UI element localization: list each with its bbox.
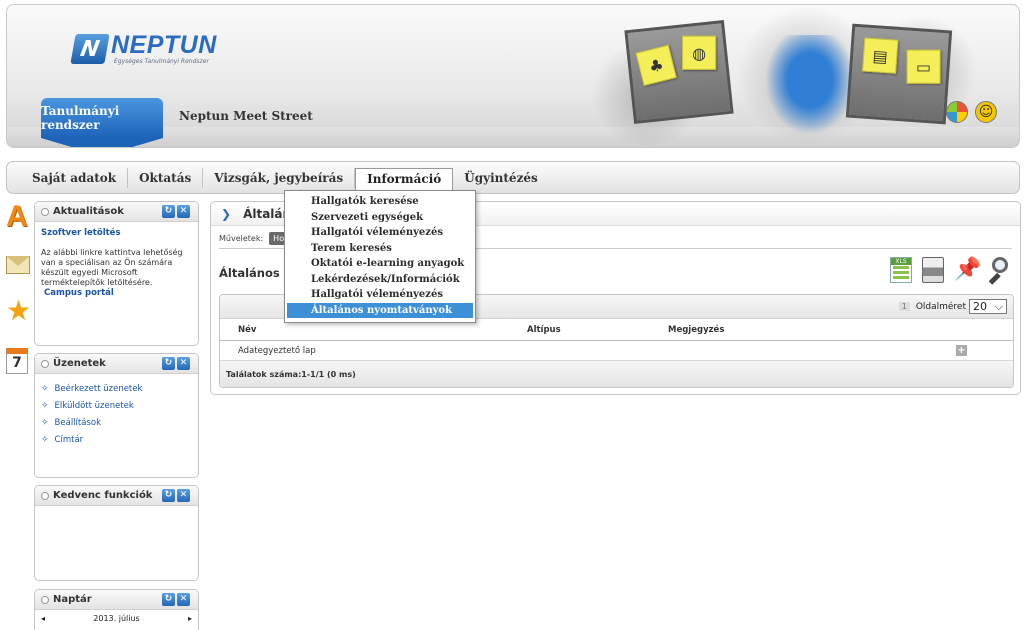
calendar-box-header: Naptár ↻ ✕ [35,590,198,610]
operations-row: Műveletek: Ho [219,232,289,245]
zoom-lens [992,257,1008,273]
diamond-icon: ✧ [41,401,49,411]
header-artwork: ♣ ◍ ▤ ▭ [587,5,977,147]
software-download-link[interactable]: Szoftver letöltés [41,228,192,238]
news-text: Az alábbi linkre kattintva lehetőség van… [41,248,183,287]
refresh-icon[interactable]: ↻ [162,489,175,502]
toolbar: XLS 📌 [890,257,1008,285]
refresh-icon[interactable]: ↻ [162,357,175,370]
main-menu: Saját adatok Oktatás Vizsgák, jegybeírás… [6,161,1020,194]
results-count: Találatok száma:1-1/1 (0 ms) [220,361,1013,387]
header-banner: N NEPTUN Egységes Tanulmányi Rendszer Ta… [6,4,1020,148]
print-icon[interactable] [922,257,944,283]
page-size-label: Oldalméret [915,301,966,312]
refresh-icon[interactable]: ↻ [162,593,175,606]
collapse-icon[interactable] [41,595,49,604]
mail-icon[interactable] [6,252,32,282]
dropdown-item[interactable]: Hallgatói véleményezés [287,287,473,303]
messages-box-header: Üzenetek ↻ ✕ [35,354,198,374]
collapse-icon[interactable] [41,359,49,368]
logo-name: NEPTUN [111,31,217,59]
art-board-right: ▤ ▭ [845,23,953,125]
close-icon[interactable]: ✕ [177,593,190,606]
dropdown-item-selected[interactable]: Általános nyomtatványok [287,302,473,318]
art-note-icon: ♣ [635,44,677,86]
calendar-box-title: Naptár [53,594,92,605]
art-figure [765,35,855,135]
page-number[interactable]: 1 [898,302,910,311]
menu-vizsgak[interactable]: Vizsgák, jegybeírás [203,167,356,188]
diamond-icon: ✧ [41,435,49,445]
messages-directory-link[interactable]: ✧ Címtár [41,435,192,445]
calendar-icon[interactable]: 7 [6,348,32,378]
smiley-icon[interactable]: ☺ [975,101,997,123]
chevron-down-icon: ⌵ [994,299,1003,313]
messages-inbox-link[interactable]: ✧ Beérkezett üzenetek [41,384,192,394]
close-icon[interactable]: ✕ [177,489,190,502]
news-box: Aktualitások ↻ ✕ Szoftver letöltés Az al… [34,201,199,346]
news-box-header: Aktualitások ↻ ✕ [35,202,198,222]
next-month-icon[interactable]: ▸ [188,614,192,623]
menu-sajat-adatok[interactable]: Saját adatok [21,167,129,188]
meet-street-link[interactable]: Neptun Meet Street [179,109,313,123]
dropdown-item[interactable]: Hallgatói véleményezés [287,225,473,241]
pin-icon[interactable]: 📌 [954,257,981,283]
operations-label: Műveletek: [219,234,264,243]
messages-sent-link[interactable]: ✧ Elküldött üzenetek [41,401,192,411]
art-board-left: ♣ ◍ [624,20,734,124]
plus-icon[interactable]: + [956,345,967,356]
dropdown-item[interactable]: Hallgatók keresése [287,194,473,210]
menu-ugyintezes[interactable]: Ügyintézés [453,168,549,188]
messages-box: Üzenetek ↻ ✕ ✧ Beérkezett üzenetek ✧ Elkül… [34,353,199,478]
diamond-icon: ✧ [41,418,49,428]
column-header-subtype[interactable]: Altípus [527,325,668,335]
messages-settings-link[interactable]: ✧ Beállítások [41,418,192,428]
news-box-title: Aktualitások [53,206,124,217]
close-icon[interactable]: ✕ [177,357,190,370]
favorites-box-header: Kedvenc funkciók ↻ ✕ [35,486,198,506]
neptun-logo[interactable]: N NEPTUN Egységes Tanulmányi Rendszer [70,31,217,65]
chevron-right-icon: ❯ [221,206,232,221]
calendar-month: 2013. július [93,614,140,623]
collapse-icon[interactable] [41,207,49,216]
logo-subtitle: Egységes Tanulmányi Rendszer [114,58,209,65]
system-tab-tip [41,138,163,147]
mail-flap [6,256,30,266]
informacio-dropdown: Hallgatók keresése Szervezeti egységek H… [284,190,476,323]
zoom-icon[interactable] [986,257,1008,285]
art-laptop-icon: ▭ [906,49,941,84]
neptun-logo-mark: N [70,34,110,64]
dropdown-item[interactable]: Lekérdezések/Információk [287,272,473,288]
refresh-icon[interactable]: ↻ [162,205,175,218]
calendar-day: 7 [6,348,28,374]
page-size-select[interactable]: 20 ⌵ [969,299,1007,314]
dropdown-item[interactable]: Oktatói e-learning anyagok [287,256,473,272]
favorites-box: Kedvenc funkciók ↻ ✕ [34,485,199,581]
art-globe-icon: ◍ [682,35,717,70]
dropdown-item[interactable]: Szervezeti egységek [287,210,473,226]
table-row[interactable]: Adategyeztető lap + [220,341,1013,361]
column-header-name[interactable]: Név [220,325,527,335]
cell-name: Adategyeztető lap [238,345,316,356]
a-icon[interactable]: A [6,202,32,232]
color-theme-icon[interactable] [946,101,968,123]
prev-month-icon[interactable]: ◂ [41,614,45,623]
menu-informacio[interactable]: Információ [355,167,454,190]
star-icon[interactable]: ★ [6,296,32,326]
campus-portal-link[interactable]: Campus portál [44,288,192,298]
art-book-icon: ▤ [862,37,899,74]
favorites-box-title: Kedvenc funkciók [53,490,153,501]
close-icon[interactable]: ✕ [177,205,190,218]
column-header-note[interactable]: Megjegyzés [668,325,938,335]
collapse-icon[interactable] [41,491,49,500]
system-tab[interactable]: Tanulmányi rendszer [41,98,163,138]
excel-export-icon[interactable]: XLS [890,257,912,283]
menu-oktatas[interactable]: Oktatás [128,167,204,188]
calendar-box: Naptár ↻ ✕ ◂ 2013. július ▸ [34,589,199,630]
messages-box-title: Üzenetek [53,358,106,369]
zoom-handle [988,272,1001,285]
diamond-icon: ✧ [41,384,49,394]
dropdown-item[interactable]: Terem keresés [287,241,473,257]
